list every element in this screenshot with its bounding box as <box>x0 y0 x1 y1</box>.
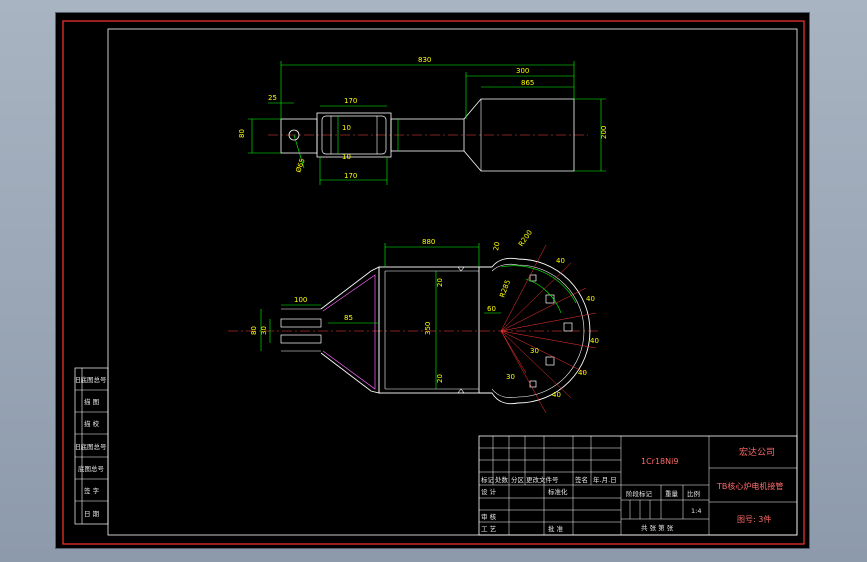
dim-r30: 30 <box>506 373 515 381</box>
side-table: 旧底图总号 描 图 描 校 旧底图总号 底图总号 签 字 日 期 <box>74 367 109 525</box>
dim-overall: 830 <box>418 56 431 64</box>
cad-drawing: 830 300 865 25 170 170 80 200 10 10 Ø65 <box>62 20 805 545</box>
dim-top-width: 880 <box>422 238 435 246</box>
dim-r200: R200 <box>517 229 534 249</box>
dim-r285: R285 <box>498 279 512 299</box>
dim-left-100: 100 <box>294 296 307 304</box>
dim-angle-e: 40 <box>552 391 561 399</box>
dim-left-80: 80 <box>250 326 258 335</box>
side-row-2: 描 图 <box>84 397 99 406</box>
cad-viewport[interactable]: 830 300 865 25 170 170 80 200 10 10 Ø65 <box>55 12 810 549</box>
dim-inner-b: 10 <box>342 153 351 161</box>
dim-20-mid: 20 <box>436 278 444 287</box>
label-stage-mark: 阶段标记 <box>626 489 653 498</box>
dim-height-right: 200 <box>600 126 608 139</box>
label-approve: 批 准 <box>548 524 564 533</box>
title-block: 1Cr18Ni9 宏达公司 TB核心炉电机接管 图号: 3件 标记 处数 分区 … <box>478 435 798 536</box>
title-company: 宏达公司 <box>739 446 775 458</box>
col-count: 处数 <box>495 475 509 484</box>
side-row-4: 旧底图总号 <box>74 442 107 451</box>
dim-inner-a: 10 <box>342 124 351 132</box>
top-view: 830 300 865 25 170 170 80 200 10 10 Ø65 <box>238 56 608 185</box>
label-sheets: 共 张 第 张 <box>641 523 674 532</box>
col-docno: 更改文件号 <box>526 475 559 484</box>
title-part-name: TB核心炉电机接管 <box>716 481 783 491</box>
dim-left-offset: 25 <box>268 94 277 102</box>
dim-angle-f: 30 <box>530 347 539 355</box>
col-zone: 分区 <box>511 475 525 484</box>
col-date: 年.月.日 <box>593 475 617 484</box>
dim-20-top: 20 <box>492 241 501 251</box>
dim-head-len: 865 <box>521 79 534 87</box>
dim-20-bottom: 20 <box>436 374 444 383</box>
dim-angle-a: 40 <box>556 257 565 265</box>
col-marks: 标记 <box>481 475 495 484</box>
col-sign: 签名 <box>575 475 588 484</box>
dim-height-left: 80 <box>238 129 246 138</box>
dim-left-30: 30 <box>260 326 268 335</box>
dim-angle-b: 40 <box>586 295 595 303</box>
inner-frame <box>107 28 798 536</box>
side-row-1: 旧底图总号 <box>74 375 107 384</box>
dim-bearing-bottom: 170 <box>344 172 357 180</box>
label-design: 设 计 <box>481 487 497 496</box>
dim-shaft-len: 300 <box>516 67 529 75</box>
dim-left-85: 85 <box>344 314 353 322</box>
label-weight: 重量 <box>665 490 679 498</box>
side-row-6: 签 字 <box>84 486 100 495</box>
label-review: 审 核 <box>481 512 497 521</box>
label-process: 工 艺 <box>481 525 497 533</box>
dim-vertical-main: 350 <box>424 322 432 335</box>
outer-frame <box>62 20 805 545</box>
title-drawing-no: 图号: 3件 <box>737 514 771 524</box>
dim-angle-c: 40 <box>590 337 599 345</box>
dim-bearing-top: 170 <box>344 97 357 105</box>
side-row-7: 日 期 <box>84 510 100 518</box>
label-scale: 比例 <box>687 489 700 498</box>
dim-hole: Ø65 <box>294 157 306 173</box>
front-view: 880 20 20 20 350 100 85 80 30 60 R200 R2… <box>228 229 601 414</box>
dim-r60: 60 <box>487 305 496 313</box>
side-row-5: 底图总号 <box>78 464 105 473</box>
title-material: 1Cr18Ni9 <box>641 457 678 466</box>
side-row-3: 描 校 <box>84 419 100 428</box>
label-standard: 标准化 <box>548 487 568 496</box>
dim-angle-d: 40 <box>578 369 587 377</box>
scale-value: 1:4 <box>691 507 701 515</box>
